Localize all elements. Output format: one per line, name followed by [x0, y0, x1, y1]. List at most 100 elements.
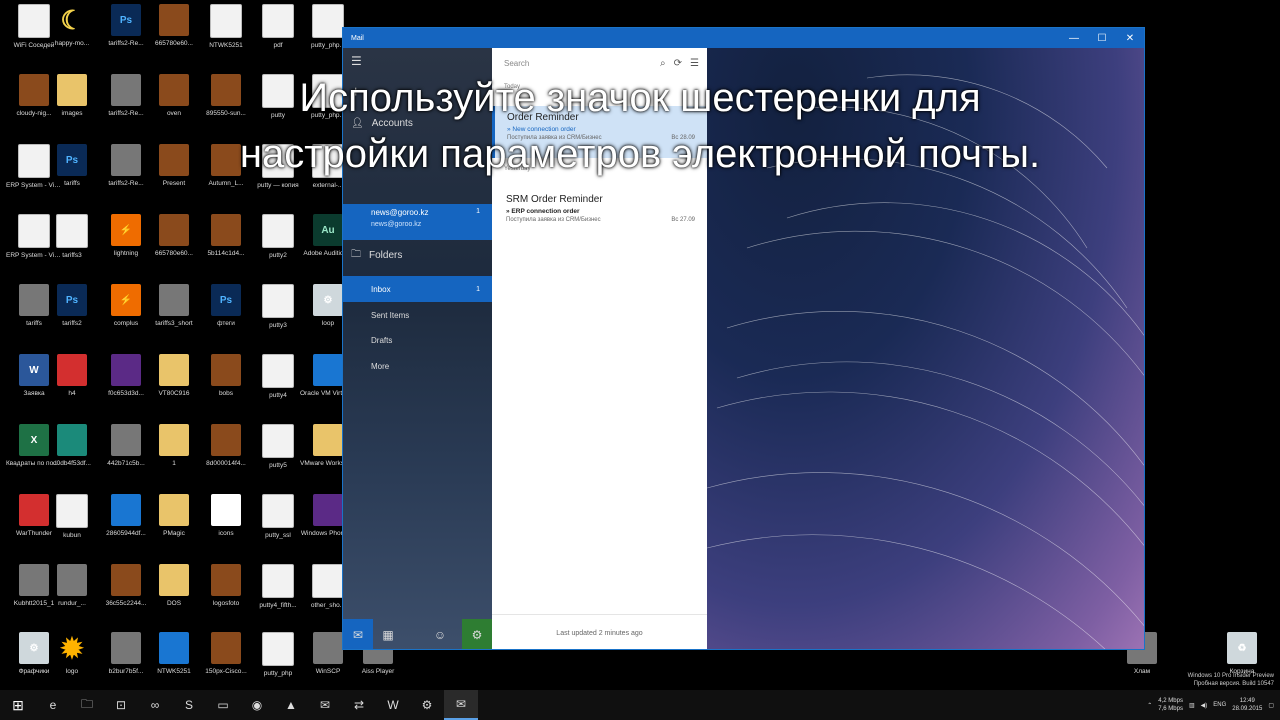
img-file-icon: [159, 214, 189, 246]
hamburger-menu-icon[interactable]: ☰: [351, 54, 362, 68]
tray-chevron-icon[interactable]: ⌃: [1147, 702, 1152, 709]
desktop-icon[interactable]: NTWK5251: [198, 4, 254, 62]
desktop-icon-label: DOS: [166, 600, 182, 607]
title-bar[interactable]: Mail — ☐ ✕: [343, 28, 1144, 48]
desktop-icon[interactable]: tariffs3: [44, 214, 100, 272]
desktop-icon[interactable]: tariffs3_short: [146, 284, 202, 342]
desktop-icon[interactable]: putty4_fifth...: [250, 564, 306, 622]
settings-gear-icon[interactable]: ⚙: [462, 619, 492, 649]
search-icon[interactable]: ⌕: [660, 58, 666, 69]
desktop-icon[interactable]: putty3: [250, 284, 306, 342]
folders-button[interactable]: 🗀︎ Folders: [351, 247, 402, 264]
select-icon[interactable]: ☰: [690, 58, 699, 69]
vlc-icon[interactable]: ▲: [274, 690, 308, 720]
file-explorer-icon[interactable]: 🗀︎: [70, 690, 104, 720]
folder-label: Inbox: [371, 284, 391, 294]
desktop-icon-label: putty2: [269, 252, 287, 259]
folder-icon: 🗀︎: [351, 249, 361, 260]
desktop-icon[interactable]: 5b114c1d4...: [198, 214, 254, 272]
volume-icon[interactable]: ◀): [1201, 702, 1208, 709]
language-indicator[interactable]: ENG: [1213, 702, 1226, 708]
outlook-icon[interactable]: ✉: [308, 690, 342, 720]
maximize-button[interactable]: ☐: [1088, 28, 1116, 48]
desktop-icon[interactable]: 1: [146, 424, 202, 482]
start-button-icon[interactable]: ⊞: [0, 690, 36, 720]
message-preview-row: Поступила заявка из CRM/Бизнес Вс 27.09: [506, 217, 707, 223]
sun-file-icon: ✹: [60, 632, 84, 664]
desktop-icon[interactable]: pdf: [250, 4, 306, 62]
folder-label: Drafts: [371, 335, 393, 345]
desktop-icon[interactable]: DOS: [146, 564, 202, 622]
firefox-icon[interactable]: ◉: [240, 690, 274, 720]
gray-file-icon: [159, 284, 189, 316]
sync-icon[interactable]: ⟳: [674, 58, 682, 69]
nav-bottom-bar: ✉ ▦ ☺ ⚙: [343, 619, 492, 649]
desktop-icon[interactable]: NTWK5251: [146, 632, 202, 690]
folder-file-icon: [159, 354, 189, 386]
minimize-button[interactable]: —: [1060, 28, 1088, 48]
doc-file-icon: [262, 424, 294, 458]
doc-file-icon: [262, 494, 294, 528]
close-button[interactable]: ✕: [1116, 28, 1144, 48]
desktop-icon-label: Aiss Player: [361, 668, 395, 675]
desktop-icon[interactable]: PMagic: [146, 494, 202, 552]
mail-icon[interactable]: ✉: [343, 619, 373, 649]
desktop-icon[interactable]: putty5: [250, 424, 306, 482]
folder-more[interactable]: More: [343, 353, 492, 379]
desktop-icon[interactable]: ☾ happy-mo...: [44, 4, 100, 62]
desktop-icon[interactable]: Ps tariffs2: [44, 284, 100, 342]
desktop-icon[interactable]: 150px-Cisco...: [198, 632, 254, 690]
terminal-icon[interactable]: ▭: [206, 690, 240, 720]
account-unread-count: 1: [476, 208, 480, 215]
desktop-icon[interactable]: putty_php: [250, 632, 306, 690]
desktop-icon[interactable]: 665780e60...: [146, 214, 202, 272]
settings-icon[interactable]: ⚙: [410, 690, 444, 720]
network-icon[interactable]: ▥: [1189, 702, 1195, 709]
account-name: news@goroo.kz: [371, 208, 429, 217]
desktop-icon[interactable]: putty2: [250, 214, 306, 272]
word-icon[interactable]: W: [376, 690, 410, 720]
desktop-icon[interactable]: kubun: [44, 494, 100, 552]
doc-file-icon: [262, 632, 294, 666]
desktop-icon[interactable]: Ps фтеги: [198, 284, 254, 342]
edge-icon[interactable]: e: [36, 690, 70, 720]
message-item[interactable]: SRM Order Reminder » ERP connection orde…: [492, 188, 707, 238]
folder-sent-items[interactable]: Sent Items: [343, 302, 492, 328]
desktop-icon[interactable]: ✹ logo: [44, 632, 100, 690]
doc-file-icon: [312, 4, 344, 38]
clock[interactable]: 12:49 28.09.2015: [1232, 697, 1262, 713]
desktop-icon[interactable]: 8d000014f4...: [198, 424, 254, 482]
search-bar[interactable]: Search ⌕ ⟳ ☰: [504, 56, 699, 70]
desktop-icon-label: putty_php: [263, 670, 293, 677]
folder-file-icon: [159, 564, 189, 596]
feedback-icon[interactable]: ☺: [425, 619, 455, 649]
desktop-icon[interactable]: putty_ssl: [250, 494, 306, 552]
doc-file-icon: [262, 354, 294, 388]
mail-app-icon[interactable]: ✉: [444, 690, 478, 720]
folder-inbox[interactable]: Inbox 1: [343, 276, 492, 302]
desktop-icon[interactable]: d0db4f53df...: [44, 424, 100, 482]
visual-studio-icon[interactable]: ∞: [138, 690, 172, 720]
teamviewer-icon[interactable]: ⇄: [342, 690, 376, 720]
desktop-icon[interactable]: h4: [44, 354, 100, 412]
folder-drafts[interactable]: Drafts: [343, 327, 492, 353]
last-updated-status: Last updated 2 minutes ago: [492, 614, 707, 649]
account-item[interactable]: news@goroo.kz news@goroo.kz 1: [343, 204, 492, 240]
desktop-icon[interactable]: bobs: [198, 354, 254, 412]
desktop-icon-label: h4: [68, 390, 76, 397]
desktop-icon[interactable]: VT80C916: [146, 354, 202, 412]
desktop-icon[interactable]: 665780e60...: [146, 4, 202, 62]
store-icon[interactable]: ⊡: [104, 690, 138, 720]
skype-icon[interactable]: S: [172, 690, 206, 720]
system-tray: ⌃ 4,2 Mbps 7,6 Mbps ▥ ◀) ENG 12:49 28.09…: [1147, 690, 1280, 720]
notifications-icon[interactable]: ▢: [1268, 702, 1274, 709]
doc-file-icon: [312, 564, 344, 598]
desktop-icon[interactable]: logosfoto: [198, 564, 254, 622]
folders-label: Folders: [369, 250, 403, 261]
desktop-icon[interactable]: putty4: [250, 354, 306, 412]
calendar-icon[interactable]: ▦: [373, 619, 403, 649]
img-file-icon: [211, 214, 241, 246]
desktop-icon[interactable]: rundur_...: [44, 564, 100, 622]
desktop-icon[interactable]: icons: [198, 494, 254, 552]
white-file-icon: [211, 494, 241, 526]
